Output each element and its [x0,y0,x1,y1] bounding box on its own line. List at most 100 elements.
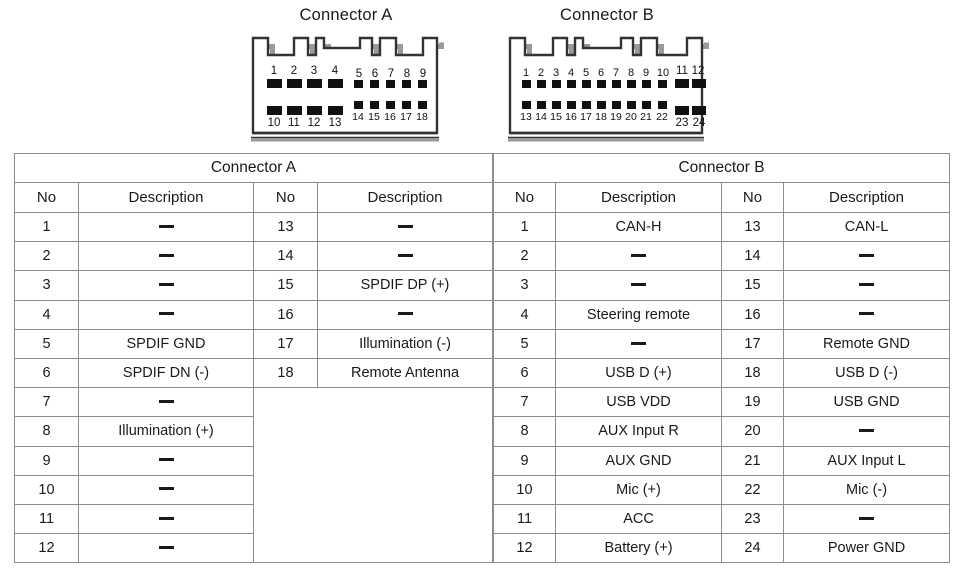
pin-description: USB VDD [555,387,722,418]
table-row: 1 13 [14,211,493,243]
table-header-group-row: Connector A [14,153,493,183]
svg-text:16: 16 [384,111,396,123]
table-row: 5 17 Remote GND [493,328,951,359]
pin-description: CAN-H [555,211,722,243]
no-connection-dash [859,283,875,287]
column-header-desc-right: Description [317,182,493,213]
connector-a-housing-drawing: 1 2 3 4 5 6 7 8 9 10 11 12 13 14 15 16 1… [251,36,444,142]
svg-text:4: 4 [568,67,574,79]
svg-text:18: 18 [595,111,607,123]
column-header-desc-left: Description [78,182,254,213]
pin-description: Battery (+) [555,533,722,564]
pin-description: Remote GND [782,328,951,359]
table-row: 6 SPDIF DN (-) 18 Remote Antenna [14,357,493,389]
connector-b-housing-drawing: 1 2 3 4 5 6 7 8 9 10 11 12 13 14 15 16 1… [508,36,709,142]
table-row: 12 Battery (+) 24 Power GND [493,533,951,564]
table-row: 3 15 [493,270,951,301]
table-row: 9 AUX GND 21 AUX Input L [493,445,951,476]
pin-number: 16 [721,299,784,330]
svg-text:6: 6 [598,67,604,79]
svg-text:3: 3 [553,67,559,79]
pin-description: Steering remote [555,299,722,330]
table-row: 8 AUX Input R 20 [493,416,951,447]
pin-number: 11 [14,503,79,535]
pin-number: 21 [721,445,784,476]
table-row: 2 14 [493,241,951,272]
no-connection-dash [859,516,875,520]
pin-number: 2 [493,241,556,272]
column-header-no-right: No [721,182,784,213]
no-connection-dash [631,253,646,257]
table-row: 2 14 [14,241,493,272]
pin-number: 11 [493,503,556,535]
column-header-desc-right: Description [782,182,951,213]
table-row: 1 CAN-H 13 CAN-L [493,211,951,243]
no-connection-dash [158,487,174,491]
pin-description: Illumination (+) [78,416,254,447]
svg-text:17: 17 [400,111,412,123]
table-row: 5 SPDIF GND 17 Illumination (-) [14,328,493,359]
pin-description: AUX GND [555,445,722,476]
pin-number: 20 [721,416,784,447]
no-connection-dash [859,312,875,316]
svg-text:5: 5 [356,68,362,80]
table-row: 3 15 SPDIF DP (+) [14,270,493,301]
pin-description [782,270,951,301]
no-connection-dash [631,283,646,287]
pin-description: ACC [555,503,722,535]
pin-number: 15 [721,270,784,301]
table-row: 6 USB D (+) 18 USB D (-) [493,357,951,389]
connector-b-caption: Connector B [560,6,654,24]
svg-text:8: 8 [404,68,410,80]
connector-a-table-title: Connector A [14,153,493,183]
svg-text:7: 7 [388,68,394,80]
pin-number: 22 [721,474,784,505]
pin-description [78,445,254,476]
connector-b-table-title: Connector B [492,153,951,183]
svg-text:15: 15 [368,111,380,123]
svg-text:10: 10 [657,67,669,79]
pin-description [782,241,951,272]
table-column-header-row: No Description No Description [493,182,951,213]
pin-number: 10 [493,474,556,505]
pin-number: 9 [14,445,79,476]
pin-description [78,241,254,272]
svg-text:2: 2 [538,67,544,79]
column-header-no-left: No [14,182,79,213]
pin-number: 8 [14,416,79,447]
svg-text:14: 14 [352,111,364,123]
svg-text:12: 12 [692,65,705,77]
pin-description: SPDIF DP (+) [317,270,493,301]
svg-text:15: 15 [550,111,562,123]
svg-text:16: 16 [565,111,577,123]
no-connection-dash [859,429,875,433]
pin-description: SPDIF DN (-) [78,357,254,389]
no-connection-dash [158,399,174,403]
pin-description [782,416,951,447]
svg-text:22: 22 [656,111,668,123]
pinout-tables: Connector A No Description No Descriptio… [14,153,951,564]
connector-b-figure: Connector B 1 2 3 4 5 6 7 8 9 10 11 12 1… [505,0,709,146]
pin-number: 19 [721,387,784,418]
no-connection-dash [158,312,174,316]
pin-number: 10 [14,474,79,505]
svg-text:5: 5 [583,67,589,79]
connector-b-pinout-table: Connector B No Description No Descriptio… [492,153,951,564]
svg-text:1: 1 [523,67,529,79]
svg-text:12: 12 [308,117,321,129]
pin-description: USB D (+) [555,357,722,389]
pin-description [317,299,493,330]
pin-number: 2 [14,241,79,272]
svg-text:2: 2 [291,65,297,77]
svg-text:4: 4 [332,65,339,77]
connector-a-figure: Connector A 1 2 3 4 5 6 7 8 9 10 11 12 1… [248,0,444,146]
pin-description: USB GND [782,387,951,418]
pin-number: 18 [721,357,784,389]
pin-number: 14 [721,241,784,272]
pin-description [78,474,254,505]
no-connection-dash [631,341,646,345]
no-connection-dash [397,312,413,316]
pin-number: 23 [721,503,784,535]
column-header-desc-left: Description [555,182,722,213]
svg-text:14: 14 [535,111,547,123]
